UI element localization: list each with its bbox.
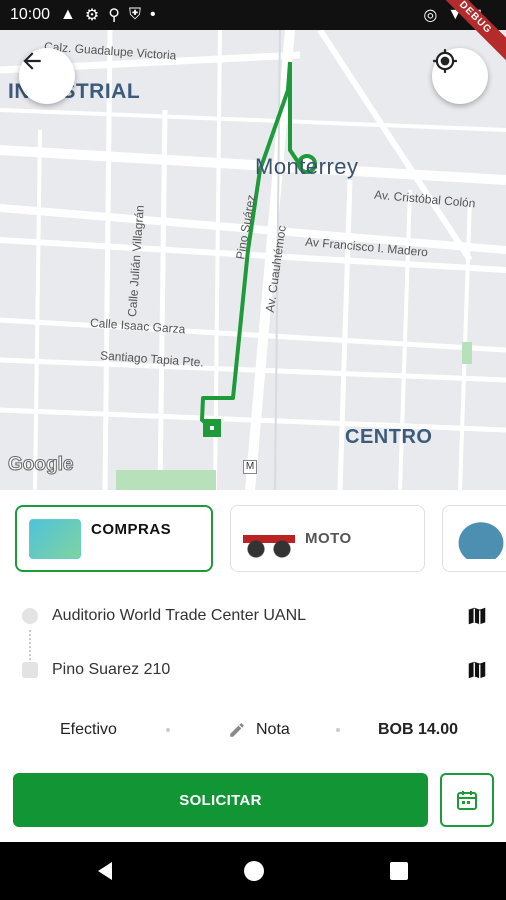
warning-icon: ▲ — [60, 6, 76, 23]
schedule-button[interactable] — [440, 773, 494, 827]
destination-address: Pino Suarez 210 — [52, 661, 171, 678]
service-card-car[interactable] — [442, 505, 506, 572]
trip-options: Efectivo Nota BOB 14.00 — [0, 715, 506, 745]
destination-square-icon — [22, 662, 38, 678]
area-label-centro: CENTRO — [345, 426, 433, 448]
shield-icon: ⛨ — [128, 6, 141, 23]
home-circle-icon[interactable] — [243, 860, 265, 882]
area-label-monterrey: Monterrey — [255, 154, 359, 179]
map-icon[interactable] — [466, 605, 488, 627]
service-label: COMPRAS — [91, 521, 172, 538]
status-bar: 10:00 ▲ ⚙ ⚲ ⛨ • ◎ ▼ ▮ — [0, 0, 506, 30]
motorcycle-image — [243, 518, 295, 559]
separator — [166, 728, 170, 732]
map-icon[interactable] — [466, 659, 488, 681]
calendar-icon — [457, 791, 477, 810]
google-logo: Google — [7, 454, 74, 476]
metro-icon: M — [243, 460, 257, 474]
recents-square-icon[interactable] — [389, 861, 409, 881]
service-card-compras[interactable]: COMPRAS — [15, 505, 213, 572]
gear-icon: ⚙ — [84, 7, 100, 24]
arrow-left-icon — [23, 52, 41, 70]
location-pin-icon: ⚲ — [108, 7, 120, 24]
system-nav-bar — [0, 842, 506, 900]
service-card-moto[interactable]: MOTO — [230, 505, 425, 572]
note-button[interactable]: Nota — [256, 721, 290, 739]
status-notification-icons: ▲ ⚙ ⚲ ⛨ • — [60, 5, 156, 25]
dot-icon: • — [149, 6, 156, 23]
origin-address: Auditorio World Trade Center UANL — [52, 607, 307, 624]
destination-row[interactable]: Pino Suarez 210 — [0, 655, 506, 685]
origin-dot-icon — [22, 608, 38, 624]
origin-row[interactable]: Auditorio World Trade Center UANL — [0, 601, 506, 631]
status-time: 10:00 — [10, 6, 51, 23]
back-triangle-icon[interactable] — [94, 860, 116, 882]
map-view[interactable]: Calz. Guadalupe Victoria Av. Cristóbal C… — [0, 30, 506, 490]
my-location-icon — [433, 49, 457, 73]
my-location-button[interactable] — [432, 48, 488, 104]
pencil-icon — [230, 723, 244, 737]
request-button[interactable]: SOLICITAR — [13, 773, 428, 827]
back-button[interactable] — [19, 48, 75, 104]
separator — [336, 728, 340, 732]
service-label: MOTO — [305, 530, 352, 547]
car-image — [455, 518, 506, 559]
price-label: BOB 14.00 — [378, 721, 459, 738]
payment-method[interactable]: Efectivo — [60, 721, 117, 739]
location-icon: ◎ — [423, 7, 438, 24]
shopping-image — [29, 518, 81, 559]
service-selector[interactable]: COMPRAS MOTO — [0, 490, 506, 585]
